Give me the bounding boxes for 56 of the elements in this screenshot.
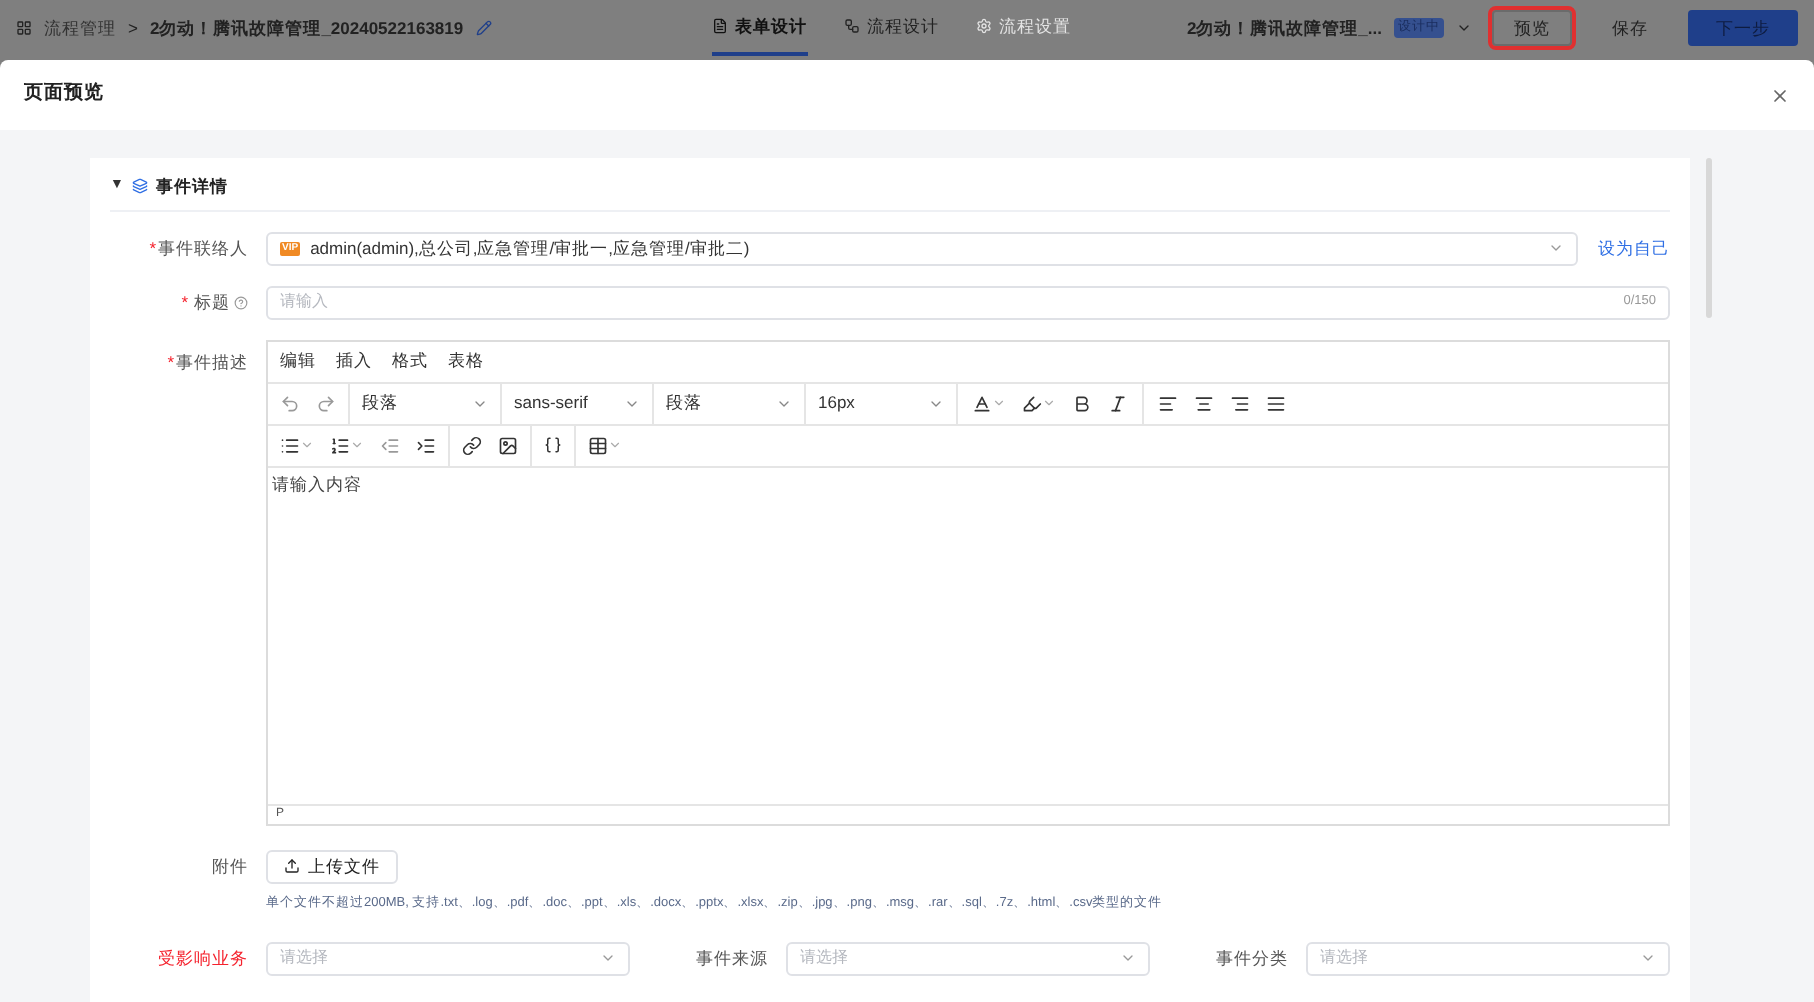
tab[interactable]: 流程设计 xyxy=(843,0,940,56)
field-label: 受影响业务 xyxy=(158,945,248,971)
toolbar-button[interactable]: 预览 xyxy=(1492,10,1572,46)
field-label: 附件 xyxy=(212,853,248,880)
numbered-list-icon xyxy=(330,435,350,456)
flowchart-icon xyxy=(843,18,860,34)
caret-icon[interactable] xyxy=(1456,20,1472,36)
dialog-title: 页面预览 xyxy=(24,80,104,109)
breadcrumb-separator: > xyxy=(128,15,138,41)
document-icon xyxy=(711,18,728,34)
field-label: 事件联络人 xyxy=(158,235,248,262)
editor-content[interactable]: 请输入内容 xyxy=(268,467,1668,804)
editor-dropdown[interactable]: sans-serif xyxy=(500,383,652,424)
caret-icon xyxy=(1042,396,1056,411)
required-mark: * xyxy=(149,237,156,258)
editor-menu-item[interactable]: 编辑 xyxy=(280,348,316,375)
field-label: 事件来源 xyxy=(696,945,768,971)
contact-value: admin(admin),总公司,应急管理/审批一,应急管理/审批二) xyxy=(310,235,752,262)
section-title: 事件详情 xyxy=(155,174,228,200)
editor-menu-item[interactable]: 格式 xyxy=(392,348,428,375)
upload-icon xyxy=(284,858,300,875)
close-icon[interactable] xyxy=(1770,85,1790,105)
caret-icon xyxy=(992,396,1006,411)
title-text[interactable]: 请输入 xyxy=(280,290,1624,315)
set-self-link[interactable]: 设为自己 xyxy=(1598,235,1670,262)
editor-menu-item[interactable]: 插入 xyxy=(336,348,372,375)
editor-dropdown[interactable]: 16px xyxy=(804,383,956,424)
bullet-list-icon xyxy=(280,435,300,456)
font-color-icon xyxy=(972,393,992,414)
caret-icon xyxy=(1120,950,1136,966)
toolbar-button[interactable]: 保存 xyxy=(1592,10,1668,46)
field-label: 标题 xyxy=(194,289,230,316)
layers-icon xyxy=(131,178,148,195)
grid-icon xyxy=(16,20,32,36)
breadcrumb-current: 2勿动！腾讯故障管理_20240522163819 xyxy=(149,15,464,41)
settings-icon xyxy=(975,18,992,34)
required-mark: * xyxy=(181,291,188,312)
editor-dropdown[interactable]: 段落 xyxy=(348,383,500,424)
tab[interactable]: 表单设计 xyxy=(711,0,808,56)
edit-icon[interactable] xyxy=(475,20,492,36)
editor-dropdown[interactable]: 段落 xyxy=(652,383,804,424)
caret-icon xyxy=(300,438,314,453)
table-icon xyxy=(588,435,608,456)
help-icon xyxy=(234,295,248,310)
flow-name: 2勿动！腾讯故障管理_... xyxy=(1186,15,1382,41)
caret-icon xyxy=(350,438,364,453)
highlighter-icon xyxy=(1022,393,1042,414)
caret-icon xyxy=(1640,950,1656,966)
field-label: 事件描述 xyxy=(176,349,248,375)
field-label: 事件分类 xyxy=(1216,945,1288,971)
editor-placeholder: 请输入内容 xyxy=(272,473,362,494)
caret-icon xyxy=(608,438,622,453)
upload-button[interactable]: 上传文件 xyxy=(266,849,398,884)
editor-menu-item[interactable]: 表格 xyxy=(448,348,484,375)
caret-icon xyxy=(600,950,616,966)
required-mark: * xyxy=(167,351,174,372)
